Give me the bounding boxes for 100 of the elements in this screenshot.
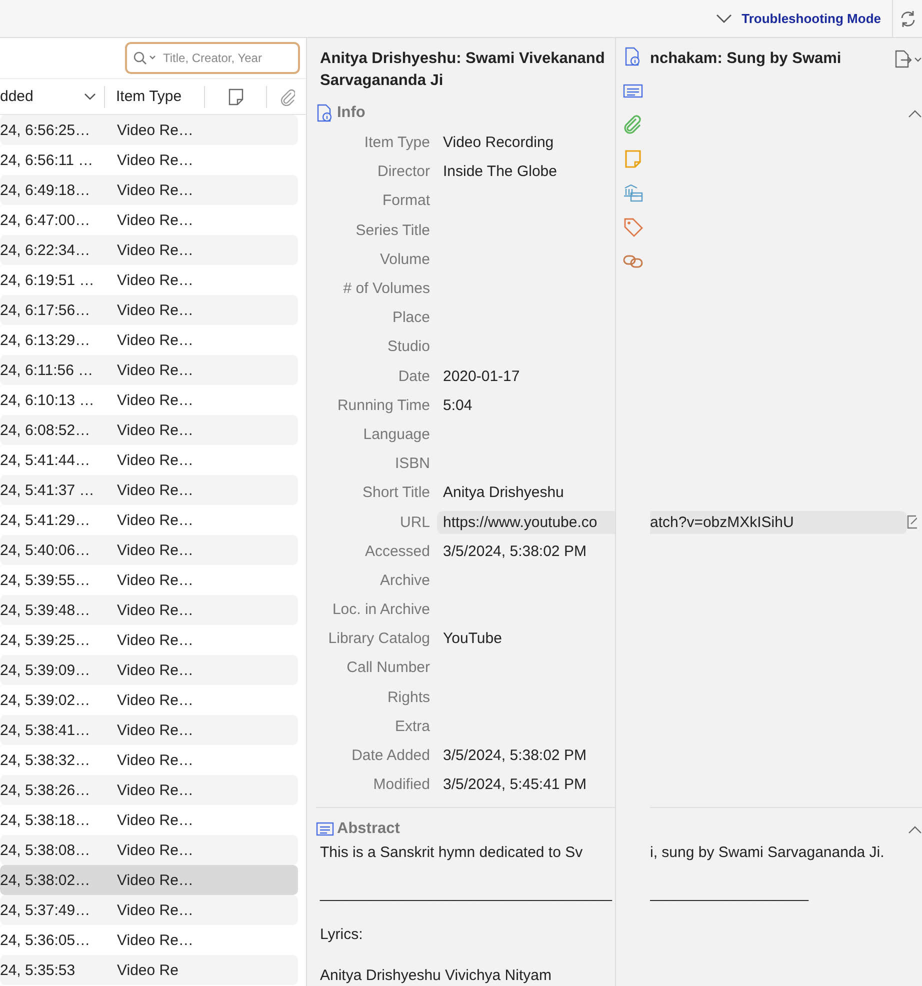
note-icon[interactable] — [228, 88, 244, 106]
item-row[interactable]: 24, 5:39:09… Video Re… — [0, 655, 298, 685]
item-row[interactable]: 24, 5:40:06… Video Re… — [0, 535, 298, 565]
open-link-icon[interactable] — [907, 515, 917, 530]
sync-icon[interactable] — [898, 10, 916, 28]
date-added-cell-text: 24, 5:39:55… — [0, 572, 92, 588]
field-value: Video Recording — [443, 134, 555, 152]
date-added-cell-text: 24, 6:17:56… — [0, 302, 92, 318]
item-row[interactable]: 24, 5:41:29… Video Re… — [0, 505, 298, 535]
item-type-cell: Video Re… — [117, 272, 194, 288]
item-row[interactable]: 24, 5:36:05… Video Re… — [0, 925, 298, 955]
date-added-cell-text: 24, 5:38:18… — [0, 812, 92, 828]
abstract-text: Anitya Drishyeshu Vivichya Nityam — [319, 967, 552, 984]
paperclip-icon[interactable] — [278, 88, 294, 106]
field-label: Format — [381, 192, 430, 210]
item-type-cell: Video Re… — [117, 692, 194, 708]
date-added-cell-text: 24, 5:39:09… — [0, 662, 92, 678]
item-row[interactable]: 24, 6:49:18… Video Re… — [0, 175, 298, 205]
item-row[interactable]: 24, 6:47:00… Video Re… — [0, 205, 298, 235]
item-row[interactable]: 24, 5:39:02… Video Re… — [0, 685, 298, 715]
date-added-cell-text: 24, 5:38:26… — [0, 782, 92, 798]
item-row[interactable]: 24, 6:17:56… Video Re… — [0, 295, 298, 325]
date-added-cell-text: 24, 6:56:11 … — [0, 152, 94, 168]
item-row[interactable]: 24, 5:38:26… Video Re… — [0, 775, 298, 805]
item-type-cell: Video Re… — [117, 542, 194, 558]
item-type-cell: Video Re… — [117, 212, 194, 228]
field-label: Running Time — [336, 396, 430, 414]
item-row[interactable]: 24, 6:19:51 … Video Re… — [0, 265, 298, 295]
item-type-cell: Video Re… — [117, 452, 194, 468]
item-row[interactable]: 24, 5:35:53 Video Re — [0, 955, 298, 985]
item-type-cell: Video Re… — [117, 872, 194, 888]
item-type-cell: Video Re… — [117, 242, 194, 258]
item-type-cell: Video Re… — [117, 122, 194, 138]
abstract-text: ___________________________________ — [318, 885, 614, 902]
item-row[interactable]: 24, 5:38:32… Video Re… — [0, 745, 298, 775]
item-row[interactable]: 24, 5:38:08… Video Re… — [0, 835, 298, 865]
field-label: Loc. in Archive — [331, 601, 430, 618]
item-type-cell: Video Re… — [117, 602, 194, 618]
item-row[interactable]: 24, 6:13:29… Video Re… — [0, 325, 298, 355]
item-row[interactable]: 24, 5:39:48… Video Re… — [0, 595, 298, 625]
date-added-cell-text: 24, 5:41:37 … — [0, 482, 96, 498]
url-field[interactable]: https://www.youtube.co — [437, 510, 615, 534]
item-row[interactable]: 24, 5:39:55… Video Re… — [0, 565, 298, 595]
item-type-cell: Video Re… — [117, 902, 194, 918]
export-icon[interactable] — [894, 50, 922, 68]
item-title: Sarvagananda Ji — [319, 71, 444, 91]
date-added-cell-text: 24, 5:41:29… — [0, 512, 92, 528]
library-icon[interactable] — [623, 183, 643, 203]
item-row[interactable]: 24, 5:38:18… Video Re… — [0, 805, 298, 835]
field-label: Library Catalog — [327, 630, 430, 648]
item-row[interactable]: 24, 6:56:25… Video Re… — [0, 115, 298, 145]
date-added-cell-text: 24, 5:36:05… — [0, 932, 92, 948]
field-value: 3/5/2024, 5:45:41 PM — [443, 776, 588, 794]
field-label: Extra — [394, 718, 430, 735]
field-label: # of Volumes — [342, 280, 430, 298]
item-type-cell: Video Re… — [117, 932, 194, 948]
field-value: Anitya Drishyeshu — [443, 484, 565, 502]
column-header[interactable]: Item Type — [105, 86, 205, 108]
field-value: Inside The Globe — [443, 163, 558, 180]
field-value: 3/5/2024, 5:38:02 PM — [443, 542, 588, 560]
section-heading[interactable]: Abstract — [337, 820, 400, 838]
date-added-cell-text: 24, 5:35:53 — [0, 962, 76, 978]
date-added-cell-text: 24, 6:22:34… — [0, 242, 92, 258]
date-added-cell-text: 24, 6:49:18… — [0, 182, 92, 198]
date-added-cell-text: 24, 5:38:02… — [0, 872, 92, 888]
item-type-cell: Video Re… — [117, 512, 194, 528]
column-header[interactable]: dded — [0, 86, 105, 108]
date-added-cell-text: 24, 5:39:48… — [0, 602, 92, 618]
item-type-cell: Video Re… — [117, 152, 194, 168]
troubleshooting-mode-button[interactable]: Troubleshooting Mode — [710, 10, 892, 27]
field-label: Studio — [386, 338, 430, 356]
section-heading[interactable]: Info — [337, 104, 366, 122]
item-row[interactable]: 24, 5:41:44… Video Re… — [0, 445, 298, 475]
paperclip-icon[interactable] — [623, 115, 643, 135]
collapse-icon[interactable] — [908, 108, 922, 118]
item-row[interactable]: 24, 5:39:25… Video Re… — [0, 625, 298, 655]
item-row[interactable]: 24, 5:37:49… Video Re… — [0, 895, 298, 925]
item-type-cell: Video Re… — [117, 182, 194, 198]
chevron-down-icon — [716, 14, 732, 24]
item-row[interactable]: 24, 6:08:52… Video Re… — [0, 415, 298, 445]
date-added-cell-text: 24, 5:39:25… — [0, 632, 92, 648]
item-row[interactable]: 24, 5:38:41… Video Re… — [0, 715, 298, 745]
collapse-icon[interactable] — [908, 824, 922, 834]
search-field[interactable]: Title, Creator, Year — [125, 42, 300, 74]
url-field[interactable]: atch?v=obzMXkISihU — [650, 510, 907, 534]
item-row[interactable]: 24, 6:11:56 … Video Re… — [0, 355, 298, 385]
item-type-cell: Video Re… — [117, 392, 194, 408]
search-icon[interactable] — [133, 51, 157, 65]
date-added-cell-text: 24, 5:41:44… — [0, 452, 92, 468]
item-type-cell: Video Re… — [117, 632, 194, 648]
item-row[interactable]: 24, 6:10:13 … Video Re… — [0, 385, 298, 415]
tag-icon[interactable] — [623, 217, 643, 237]
date-added-cell-text: 24, 5:40:06… — [0, 542, 92, 558]
item-row[interactable]: 24, 5:41:37 … Video Re… — [0, 475, 298, 505]
item-row[interactable]: 24, 5:38:02… Video Re… — [0, 865, 298, 895]
field-label: Volume — [378, 250, 430, 268]
field-label: URL — [398, 514, 430, 531]
item-row[interactable]: 24, 6:56:11 … Video Re… — [0, 145, 298, 175]
item-row[interactable]: 24, 6:22:34… Video Re… — [0, 235, 298, 265]
item-type-cell: Video Re… — [117, 302, 194, 318]
